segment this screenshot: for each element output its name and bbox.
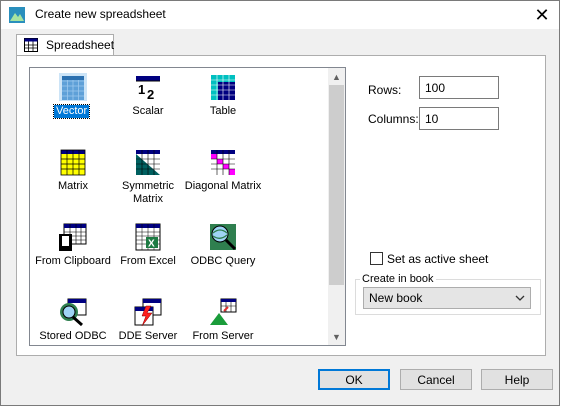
book-select-value: New book — [369, 291, 423, 305]
diagonal-matrix-icon — [211, 150, 235, 175]
list-item-label: DDE Server — [118, 330, 178, 342]
symmetric-matrix-icon — [136, 150, 160, 175]
list-item-dde-server[interactable]: DDE Server — [107, 293, 189, 345]
list-item-label: Diagonal Matrix — [184, 180, 262, 192]
list-item-label: From Clipboard — [35, 255, 111, 267]
list-item-stored-odbc[interactable]: Stored ODBC — [32, 293, 114, 345]
window-title: Create new spreadsheet — [35, 7, 166, 21]
stored-odbc-icon — [60, 298, 87, 327]
list-item-from-clipboard[interactable]: From Clipboard — [32, 218, 114, 288]
scroll-down-icon[interactable]: ▼ — [328, 328, 345, 345]
tab-label: Spreadsheet — [46, 38, 115, 52]
list-item-label: ODBC Query — [190, 255, 256, 267]
svg-text:2: 2 — [147, 87, 154, 102]
active-sheet-label: Set as active sheet — [387, 252, 489, 266]
table-icon — [211, 75, 235, 100]
matrix-icon — [60, 149, 86, 176]
list-item-symmetric-matrix[interactable]: Symmetric Matrix — [107, 143, 189, 213]
list-item-label: From Excel — [120, 255, 176, 267]
spreadsheet-type-list[interactable]: Vector 1 2 Scalar Table Matrix Symmetric… — [29, 67, 346, 346]
list-item-label: From Server — [192, 330, 254, 342]
columns-label: Columns: — [368, 112, 419, 126]
list-item-from-excel[interactable]: X From Excel — [107, 218, 189, 288]
vector-icon — [59, 73, 87, 101]
clipboard-icon — [59, 223, 87, 251]
book-select[interactable]: New book — [363, 287, 531, 309]
list-item-label: Scalar — [132, 105, 164, 117]
list-item-label: Vector — [52, 104, 91, 119]
list-item-label: Table — [209, 105, 237, 117]
title-bar: Create new spreadsheet ✕ — [1, 1, 559, 29]
list-item-table[interactable]: Table — [182, 68, 264, 138]
spreadsheet-icon — [24, 38, 38, 52]
odbc-query-icon — [210, 224, 237, 251]
scalar-icon: 1 2 — [136, 76, 160, 102]
list-item-from-server[interactable]: From Server — [182, 293, 264, 345]
cancel-button[interactable]: Cancel — [400, 369, 472, 390]
dde-server-icon — [134, 298, 162, 327]
help-button[interactable]: Help — [481, 369, 553, 390]
ok-button[interactable]: OK — [318, 369, 390, 390]
list-item-odbc-query[interactable]: ODBC Query — [182, 218, 264, 288]
close-button[interactable]: ✕ — [525, 1, 559, 29]
list-item-matrix[interactable]: Matrix — [32, 143, 114, 213]
tab-spreadsheet[interactable]: Spreadsheet — [16, 34, 114, 56]
scroll-thumb[interactable] — [329, 85, 344, 285]
close-icon: ✕ — [534, 4, 550, 25]
create-in-book-label: Create in book — [360, 273, 436, 285]
list-item-label: Symmetric Matrix — [122, 180, 174, 205]
app-icon — [9, 7, 25, 23]
svg-text:X: X — [148, 239, 155, 250]
from-server-icon — [210, 298, 237, 325]
rows-field[interactable] — [419, 76, 499, 99]
columns-field[interactable] — [419, 107, 499, 130]
excel-icon: X — [135, 223, 161, 251]
list-item-scalar[interactable]: 1 2 Scalar — [107, 68, 189, 138]
svg-text:1: 1 — [138, 82, 145, 97]
rows-label: Rows: — [368, 83, 402, 97]
chevron-down-icon — [515, 295, 525, 301]
list-item-vector[interactable]: Vector — [32, 68, 114, 138]
vertical-scrollbar[interactable]: ▲ ▼ — [328, 68, 345, 345]
scroll-up-icon[interactable]: ▲ — [328, 68, 345, 85]
list-item-label: Stored ODBC — [39, 330, 107, 342]
list-item-label: Matrix — [58, 180, 88, 192]
active-sheet-checkbox[interactable] — [370, 252, 383, 265]
list-item-diagonal-matrix[interactable]: Diagonal Matrix — [182, 143, 264, 213]
